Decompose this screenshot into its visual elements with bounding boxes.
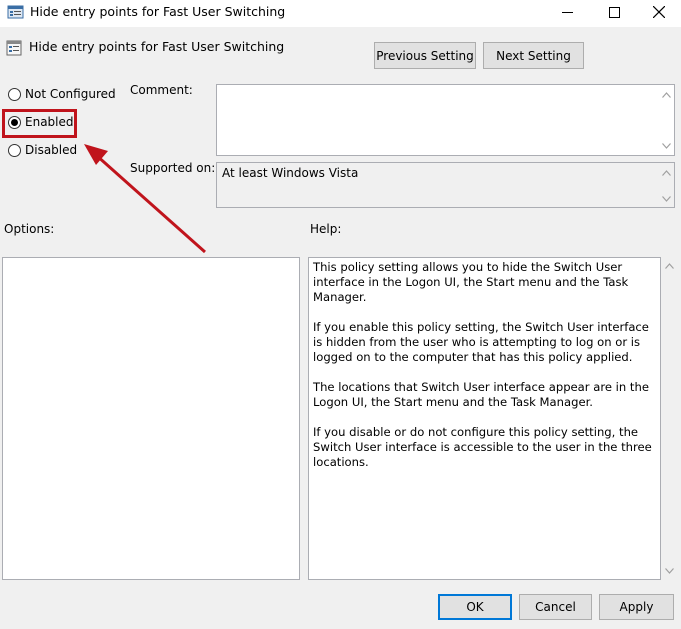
policy-window-icon	[7, 4, 25, 21]
radio-circle[interactable]	[8, 87, 21, 101]
help-scrollbar[interactable]	[661, 257, 677, 580]
previous-setting-button[interactable]: Previous Setting	[374, 42, 476, 69]
title-bar: Hide entry points for Fast User Switchin…	[0, 0, 681, 27]
scroll-up-icon[interactable]	[662, 260, 676, 272]
annotation-highlight-box	[2, 109, 77, 138]
minimize-icon	[561, 7, 573, 21]
scroll-up-icon[interactable]	[659, 89, 673, 101]
scroll-down-icon[interactable]	[659, 193, 673, 205]
options-panel	[2, 257, 300, 580]
scroll-down-icon[interactable]	[659, 140, 673, 152]
scroll-up-icon[interactable]	[659, 167, 673, 179]
maximize-icon	[608, 6, 620, 21]
comment-label: Comment:	[130, 83, 193, 97]
radio-label-not-configured: Not Configured	[25, 87, 116, 101]
cancel-button[interactable]: Cancel	[519, 594, 592, 620]
supported-on-label: Supported on:	[130, 161, 216, 175]
policy-setting-icon	[6, 40, 23, 57]
comment-field[interactable]	[216, 84, 675, 156]
help-paragraph: This policy setting allows you to hide t…	[313, 260, 629, 304]
scroll-down-icon[interactable]	[662, 565, 676, 577]
help-paragraph: The locations that Switch User interface…	[313, 380, 649, 409]
help-paragraph: If you disable or do not configure this …	[313, 425, 652, 469]
window-title: Hide entry points for Fast User Switchin…	[30, 4, 286, 19]
options-label: Options:	[4, 222, 55, 236]
radio-label-disabled: Disabled	[25, 143, 78, 157]
next-setting-button[interactable]: Next Setting	[483, 42, 584, 69]
supported-on-value: At least Windows Vista	[222, 166, 359, 180]
radio-circle[interactable]	[8, 143, 21, 157]
apply-button[interactable]: Apply	[599, 594, 674, 620]
help-text: This policy setting allows you to hide t…	[313, 260, 659, 485]
minimize-button[interactable]	[544, 0, 590, 27]
close-button[interactable]	[636, 0, 681, 27]
radio-not-configured[interactable]: Not Configured	[8, 87, 116, 101]
radio-disabled[interactable]: Disabled	[8, 143, 77, 157]
maximize-button[interactable]	[591, 0, 637, 27]
help-label: Help:	[310, 222, 342, 236]
setting-title: Hide entry points for Fast User Switchin…	[29, 39, 285, 54]
close-icon	[652, 5, 666, 21]
help-paragraph: If you enable this policy setting, the S…	[313, 320, 649, 364]
ok-button[interactable]: OK	[438, 594, 512, 620]
